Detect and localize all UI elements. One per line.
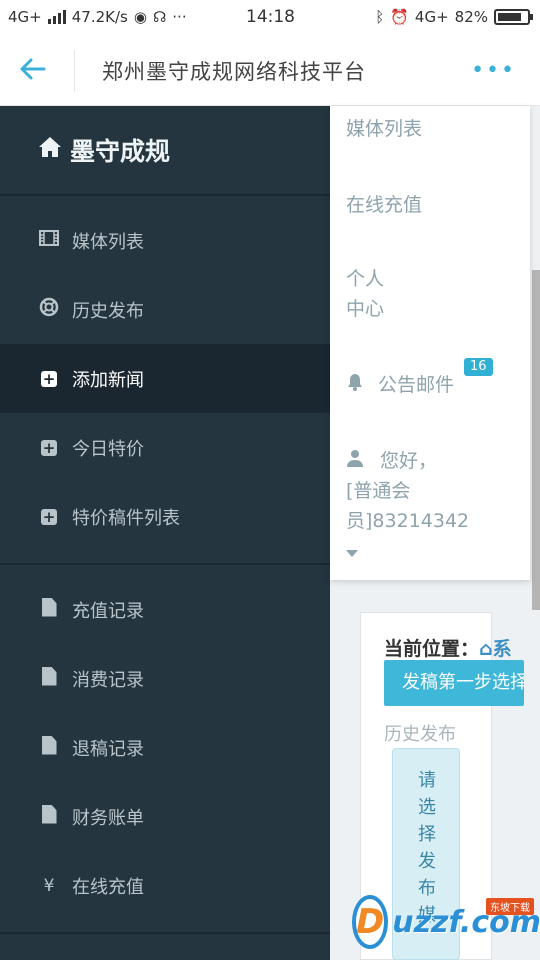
user-id-text: 员]83214342 bbox=[346, 510, 470, 532]
page-title: 郑州墨守成规网络科技平台 bbox=[102, 60, 366, 84]
header-divider bbox=[74, 50, 75, 92]
notice-count-badge: 16 bbox=[464, 358, 493, 376]
breadcrumb: 当前位置：⌂系 bbox=[384, 634, 540, 661]
plus-square-icon: + bbox=[41, 507, 57, 526]
alarm-icon: ⏰ bbox=[390, 8, 409, 26]
network-type-left: 4G+ bbox=[8, 8, 42, 26]
sidebar-item-add-news[interactable]: + 添加新闻 bbox=[0, 344, 330, 413]
caret-down-icon bbox=[346, 550, 358, 557]
sidebar-item-label: 今日特价 bbox=[72, 438, 144, 460]
battery-percent: 82% bbox=[454, 8, 488, 26]
sidebar-item-history[interactable]: 历史发布 bbox=[0, 275, 330, 344]
breadcrumb-item[interactable]: 系 bbox=[493, 638, 512, 660]
greeting-text: 您好， bbox=[380, 450, 438, 472]
vertical-char: 择 bbox=[418, 824, 436, 845]
clock: 14:18 bbox=[246, 7, 295, 27]
menu-item-user[interactable]: 您好， [普通会 员]83214342 bbox=[346, 446, 469, 566]
plus-square-icon: + bbox=[41, 369, 57, 388]
more-notifications-icon: ··· bbox=[172, 8, 187, 26]
menu-item-personal-center[interactable]: 个人 中心 bbox=[346, 264, 384, 324]
sidebar-item-label: 财务账单 bbox=[72, 807, 144, 829]
vertical-char: 请 bbox=[418, 770, 436, 791]
sidebar-item-media-list[interactable]: 媒体列表 bbox=[0, 206, 330, 275]
sidebar-item-label: 添加新闻 bbox=[72, 369, 144, 391]
film-icon bbox=[38, 230, 60, 251]
bluetooth-icon: ᛒ bbox=[375, 8, 385, 26]
sidebar-item-today-special[interactable]: + 今日特价 bbox=[0, 413, 330, 482]
sidebar-item-label: 充值记录 bbox=[72, 600, 144, 622]
uzzf-logo-icon: D bbox=[352, 895, 389, 949]
menu-item-media-list[interactable]: 媒体列表 bbox=[346, 114, 422, 144]
breadcrumb-label: 当前位置： bbox=[384, 638, 480, 660]
sidebar-item-label: 在线充值 bbox=[72, 876, 144, 898]
sidebar-item-label: 消费记录 bbox=[72, 669, 144, 691]
ellipsis-icon[interactable]: ••• bbox=[471, 58, 516, 83]
home-icon: ⌂ bbox=[479, 638, 493, 660]
signal-icon bbox=[47, 10, 66, 24]
file-icon bbox=[38, 735, 60, 760]
menu-item-label: 公告邮件 bbox=[378, 374, 455, 396]
menu-item-online-recharge[interactable]: 在线充值 bbox=[346, 190, 422, 220]
vertical-char: 发 bbox=[418, 851, 436, 872]
watermark-logo: D uzzf.com 东坡下载 bbox=[352, 892, 540, 952]
sidebar-item-label: 特价稿件列表 bbox=[72, 507, 180, 529]
lifebuoy-icon bbox=[38, 297, 60, 322]
brand-name: 墨守成规 bbox=[70, 137, 171, 166]
plus-square-icon: + bbox=[41, 438, 57, 457]
sidebar-item-special-list[interactable]: + 特价稿件列表 bbox=[0, 482, 330, 551]
app-header: 郑州墨守成规网络科技平台 ••• bbox=[0, 36, 540, 106]
scrollbar[interactable] bbox=[532, 270, 540, 610]
sidebar-item-label: 媒体列表 bbox=[72, 231, 144, 253]
watermark-tag: 东坡下载 bbox=[486, 898, 534, 915]
sidebar-item-consumption-records[interactable]: 消费记录 bbox=[0, 644, 330, 713]
menu-item-label: 中心 bbox=[346, 298, 385, 320]
network-type-right: 4G+ bbox=[414, 8, 449, 26]
file-icon bbox=[38, 597, 60, 622]
qq-icon: ☊ bbox=[152, 8, 167, 26]
arrow-left-icon[interactable] bbox=[18, 54, 54, 88]
sidebar-item-financial-bill[interactable]: 财务账单 bbox=[0, 782, 330, 851]
sidebar-section-news: 媒体列表 历史发布 + 添加新闻 + 今日特价 + 特价稿件列表 bbox=[0, 196, 330, 565]
sidebar-item-rejection-records[interactable]: 退稿记录 bbox=[0, 713, 330, 782]
vertical-char: 选 bbox=[418, 797, 436, 818]
file-icon bbox=[38, 666, 60, 691]
sidebar-item-label: 历史发布 bbox=[72, 300, 144, 322]
sidebar-item-recharge-records[interactable]: 充值记录 bbox=[0, 575, 330, 644]
battery-icon bbox=[494, 9, 533, 25]
menu-item-notice-mail[interactable]: 公告邮件 16 bbox=[346, 358, 493, 400]
sidebar-brand[interactable]: 墨守成规 bbox=[0, 106, 330, 196]
sidebar: 墨守成规 媒体列表 历史发布 + 添加新闻 + 今日特价 + 特价稿件列表 充值… bbox=[0, 106, 330, 960]
sidebar-section-finance: 充值记录 消费记录 退稿记录 财务账单 ¥ 在线充值 bbox=[0, 565, 330, 934]
sidebar-item-online-recharge[interactable]: ¥ 在线充值 bbox=[0, 851, 330, 920]
user-icon bbox=[346, 450, 370, 472]
wechat-icon: ◉ bbox=[133, 8, 147, 26]
history-label: 历史发布 bbox=[384, 724, 456, 745]
file-icon bbox=[38, 804, 60, 829]
step-one-button[interactable]: 发稿第一步选择 bbox=[384, 660, 524, 706]
greeting-text: [普通会 bbox=[346, 480, 411, 502]
user-dropdown-menu: 媒体列表 在线充值 个人 中心 公告邮件 16 您好， [普通会 员]83214… bbox=[330, 106, 530, 580]
yen-icon: ¥ bbox=[43, 875, 55, 896]
bell-icon bbox=[346, 374, 370, 396]
sidebar-item-label: 退稿记录 bbox=[72, 738, 144, 760]
network-speed: 47.2K/s bbox=[71, 8, 128, 26]
home-icon bbox=[38, 136, 62, 164]
menu-item-label: 个人 bbox=[346, 268, 385, 290]
status-bar: 4G+ 47.2K/s ◉ ☊ ··· 14:18 ᛒ ⏰ 4G+ 82% bbox=[0, 0, 540, 36]
